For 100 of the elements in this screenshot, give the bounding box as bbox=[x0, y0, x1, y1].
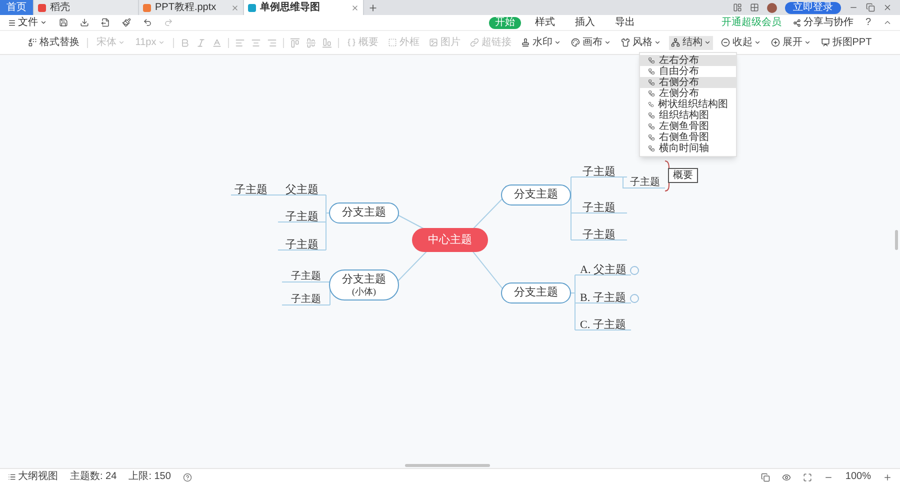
caret-icon bbox=[40, 19, 47, 26]
toolbar-button[interactable]: 格式替换 bbox=[26, 36, 82, 50]
help-button[interactable]: ? bbox=[865, 16, 871, 28]
topic-limit: 上限: 150 bbox=[128, 471, 171, 483]
branch-topic[interactable]: 分支主题 bbox=[501, 184, 571, 206]
presentation-icon bbox=[821, 38, 830, 47]
diagram-icon bbox=[648, 123, 655, 130]
brace-icon bbox=[347, 38, 356, 47]
eye-icon[interactable] bbox=[782, 472, 792, 482]
topic-label[interactable]: 子主题 bbox=[286, 210, 318, 224]
app-icon bbox=[38, 4, 46, 12]
menu-tab[interactable]: 插入 bbox=[569, 16, 602, 28]
diagram-icon bbox=[648, 101, 654, 108]
menu-item[interactable]: 组织结构图 bbox=[640, 110, 736, 121]
menu-item[interactable]: 左右分布 bbox=[640, 55, 736, 66]
close-icon[interactable] bbox=[883, 3, 892, 12]
topic-label[interactable]: B. 子主题 bbox=[580, 291, 626, 305]
zoom-in-icon[interactable] bbox=[883, 472, 892, 482]
caret-icon bbox=[654, 39, 662, 46]
plus-circle-icon bbox=[771, 38, 780, 47]
menu-item[interactable]: 自由分布 bbox=[640, 66, 736, 77]
topic-label[interactable]: 子主题 bbox=[234, 183, 268, 197]
tab[interactable]: 单例思维导图 bbox=[244, 0, 364, 15]
export-icon[interactable] bbox=[101, 18, 110, 27]
tab[interactable]: 稻壳 bbox=[34, 0, 139, 15]
app-icon bbox=[248, 4, 256, 12]
dropdown-button[interactable]: 结构 bbox=[669, 36, 714, 50]
undo-icon[interactable] bbox=[143, 18, 152, 27]
palette-icon bbox=[571, 38, 580, 47]
tab[interactable]: 首页 bbox=[0, 0, 34, 15]
redo-icon[interactable] bbox=[164, 18, 173, 27]
dropdown-button[interactable]: 风格 bbox=[619, 36, 664, 50]
replace-icon bbox=[28, 38, 38, 47]
file-menu[interactable]: 文件 bbox=[8, 16, 47, 28]
layout-icon[interactable] bbox=[733, 3, 742, 12]
menu-item[interactable]: 右侧鱼骨图 bbox=[640, 132, 736, 143]
menu-tab[interactable]: 样式 bbox=[529, 16, 562, 28]
caret-icon bbox=[804, 39, 812, 46]
topic-label[interactable]: A. 父主题 bbox=[580, 263, 626, 277]
menu-item[interactable]: 左侧分布 bbox=[640, 88, 736, 99]
dropdown-button[interactable]: 收起 bbox=[719, 36, 764, 50]
dropdown-button[interactable]: 展开 bbox=[769, 36, 814, 50]
zoom-level: 100% bbox=[845, 471, 871, 483]
topic-label[interactable]: 子主题 bbox=[582, 165, 616, 179]
close-icon[interactable] bbox=[351, 4, 359, 12]
diagram-icon bbox=[648, 90, 655, 97]
toolbar-button[interactable]: 拆图PPT bbox=[819, 36, 874, 50]
menu-tab[interactable]: 导出 bbox=[609, 16, 642, 28]
menu-item[interactable]: 左侧鱼骨图 bbox=[640, 121, 736, 132]
paintbrush-icon[interactable] bbox=[122, 18, 131, 27]
login-button[interactable]: 立即登录 bbox=[785, 2, 841, 14]
dropdown-button[interactable]: 水印 bbox=[519, 36, 564, 50]
menu-item[interactable]: 树状组织结构图 bbox=[640, 99, 736, 110]
close-icon[interactable] bbox=[231, 4, 239, 12]
scrollbar-thumb[interactable] bbox=[405, 464, 490, 467]
topic-label[interactable]: 子主题 bbox=[582, 201, 616, 215]
caret-icon bbox=[754, 39, 762, 46]
menu-icon bbox=[8, 18, 16, 26]
download-icon[interactable] bbox=[80, 18, 89, 27]
diagram-icon bbox=[648, 145, 655, 152]
dashed-square-icon bbox=[388, 38, 398, 47]
branch-topic[interactable]: 分支主题 (小体) bbox=[329, 270, 399, 300]
tab[interactable]: PPT教程.pptx bbox=[139, 0, 244, 15]
topic-label[interactable]: C. 子主题 bbox=[580, 318, 626, 332]
topic-label[interactable]: 父主题 bbox=[286, 183, 318, 197]
caret-icon bbox=[554, 39, 562, 46]
caret-icon bbox=[158, 39, 166, 46]
topic-label[interactable]: 子主题 bbox=[582, 228, 616, 242]
image-icon bbox=[429, 38, 438, 47]
share-button[interactable]: 分享与协作 bbox=[793, 16, 854, 28]
menu-item[interactable]: 横向时间轴 bbox=[640, 143, 736, 154]
outline-view-button[interactable]: 大纲视图 bbox=[8, 471, 58, 483]
shirt-icon bbox=[621, 38, 630, 47]
stamp-icon bbox=[521, 38, 530, 47]
topic-count: 主题数: 24 bbox=[70, 471, 117, 483]
save-icon[interactable] bbox=[59, 18, 68, 27]
menu-item[interactable]: 右侧分布 bbox=[640, 77, 736, 88]
topic-label[interactable]: 子主题 bbox=[291, 293, 321, 307]
diagram-icon bbox=[648, 68, 655, 75]
topic-label[interactable]: 子主题 bbox=[286, 238, 318, 252]
collapse-icon[interactable] bbox=[883, 18, 892, 27]
diagram-icon bbox=[648, 57, 655, 64]
topic-label[interactable]: 子主题 bbox=[630, 176, 660, 190]
topic-label[interactable]: 子主题 bbox=[291, 270, 321, 284]
app-icon bbox=[143, 4, 151, 12]
help-icon[interactable] bbox=[182, 472, 192, 482]
new-tab-icon[interactable] bbox=[368, 2, 378, 12]
grid-icon[interactable] bbox=[750, 3, 759, 12]
network-icon bbox=[671, 38, 680, 47]
scrollbar-thumb[interactable] bbox=[895, 230, 898, 250]
fullscreen-icon[interactable] bbox=[803, 472, 812, 482]
diagram-icon bbox=[648, 134, 655, 141]
copy-icon[interactable] bbox=[761, 472, 770, 482]
dropdown-button[interactable]: 画布 bbox=[569, 36, 614, 50]
branch-topic[interactable]: 分支主题 bbox=[501, 282, 571, 304]
branch-topic[interactable]: 分支主题 bbox=[329, 202, 399, 224]
restore-icon[interactable] bbox=[866, 3, 875, 12]
summary-topic[interactable]: 概要 bbox=[668, 168, 698, 183]
link-icon bbox=[470, 38, 480, 47]
caret-icon bbox=[704, 39, 712, 46]
